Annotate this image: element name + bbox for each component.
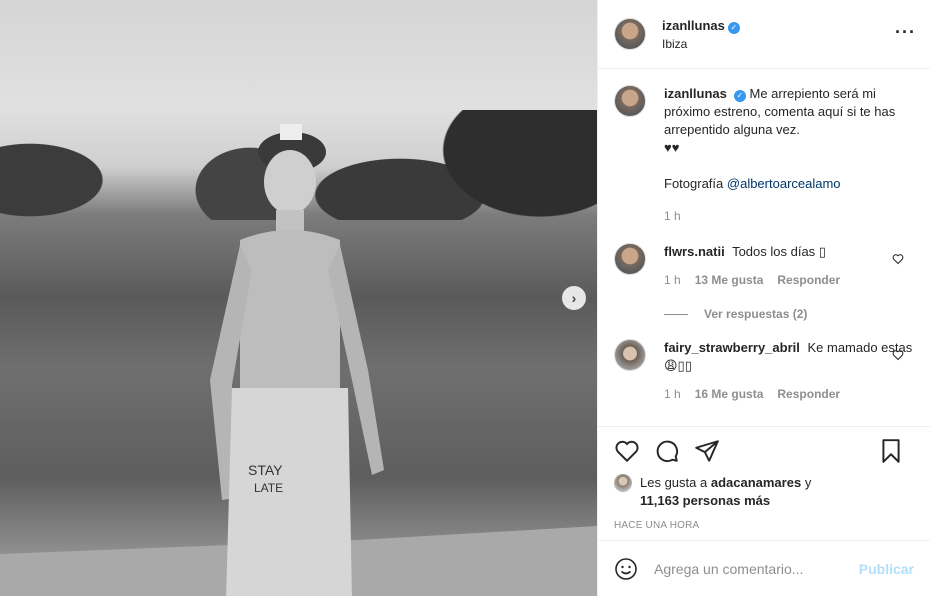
liker-username[interactable]: adacanamares [711,475,801,490]
comment-avatar[interactable] [614,339,646,371]
post-location[interactable]: Ibiza [662,37,740,51]
publish-button[interactable]: Publicar [859,561,914,577]
like-comment-icon[interactable] [892,253,904,265]
post-header: izanllunas ✓ Ibiza ··· [598,0,930,69]
comment-item: fairy_strawberry_abril Ke mamado estas😩▯… [614,339,914,403]
comment-icon[interactable] [654,438,680,464]
photo-credit-link[interactable]: @albertoarcealamo [727,176,841,191]
comment-text: Todos los días ▯ [732,244,826,259]
comment-time[interactable]: 1 h [664,271,681,289]
reply-button[interactable]: Responder [777,271,840,289]
svg-text:LATE: LATE [254,481,283,495]
comment-likes[interactable]: 13 Me gusta [695,271,764,289]
likes-suffix: y [804,475,812,490]
comment-likes[interactable]: 16 Me gusta [695,385,764,403]
action-bar [598,426,930,474]
likes-others-button[interactable]: 11,163 personas más [640,493,770,508]
add-comment-box: Publicar [598,540,930,596]
view-replies-label: Ver respuestas (2) [704,307,808,321]
post-timestamp[interactable]: HACE UNA HORA [598,510,930,540]
more-options-icon[interactable]: ··· [895,22,916,43]
comment-avatar[interactable] [614,243,646,275]
post-sidebar: izanllunas ✓ Ibiza ··· izanllunas ✓ Me arr… [597,0,930,596]
svg-text:STAY: STAY [248,462,283,478]
emoji-icon[interactable] [614,557,638,581]
replies-divider [664,313,688,315]
view-replies-button[interactable]: Ver respuestas (2) [664,307,914,321]
post-modal: STAY LATE › izanllunas ✓ Ibiza ··· izanll… [0,0,930,596]
caption-hearts: ♥♥ [664,140,680,155]
next-photo-button[interactable]: › [562,286,586,310]
caption-username[interactable]: izanllunas [664,86,727,101]
likes-prefix: Les gusta a [640,475,708,490]
comments-section: izanllunas ✓ Me arrepiento será mi próxim… [598,69,930,426]
author-username[interactable]: izanllunas [662,18,725,33]
comment-input[interactable] [654,560,851,577]
verified-icon: ✓ [727,21,740,34]
verified-icon: ✓ [733,90,746,102]
caption-avatar[interactable] [614,85,646,117]
share-icon[interactable] [694,438,720,464]
post-photo[interactable]: STAY LATE › [0,0,597,596]
like-icon[interactable] [614,438,640,464]
author-avatar[interactable] [614,18,646,50]
comment-username[interactable]: flwrs.natii [664,244,725,259]
comment-username[interactable]: fairy_strawberry_abril [664,340,800,355]
comment-time[interactable]: 1 h [664,385,681,403]
save-icon[interactable] [878,438,904,464]
like-comment-icon[interactable] [892,349,904,361]
reply-button[interactable]: Responder [777,385,840,403]
comment-item: flwrs.natii Todos los días ▯ 1 h 13 Me g… [614,243,914,289]
caption: izanllunas ✓ Me arrepiento será mi próxim… [614,85,914,225]
liker-avatar[interactable] [614,474,632,492]
photo-credit-label: Fotografía [664,176,724,191]
likes-summary: Les gusta a adacanamares y 11,163 person… [598,474,930,510]
photo-person: STAY LATE [210,124,384,596]
caption-time[interactable]: 1 h [664,207,681,225]
